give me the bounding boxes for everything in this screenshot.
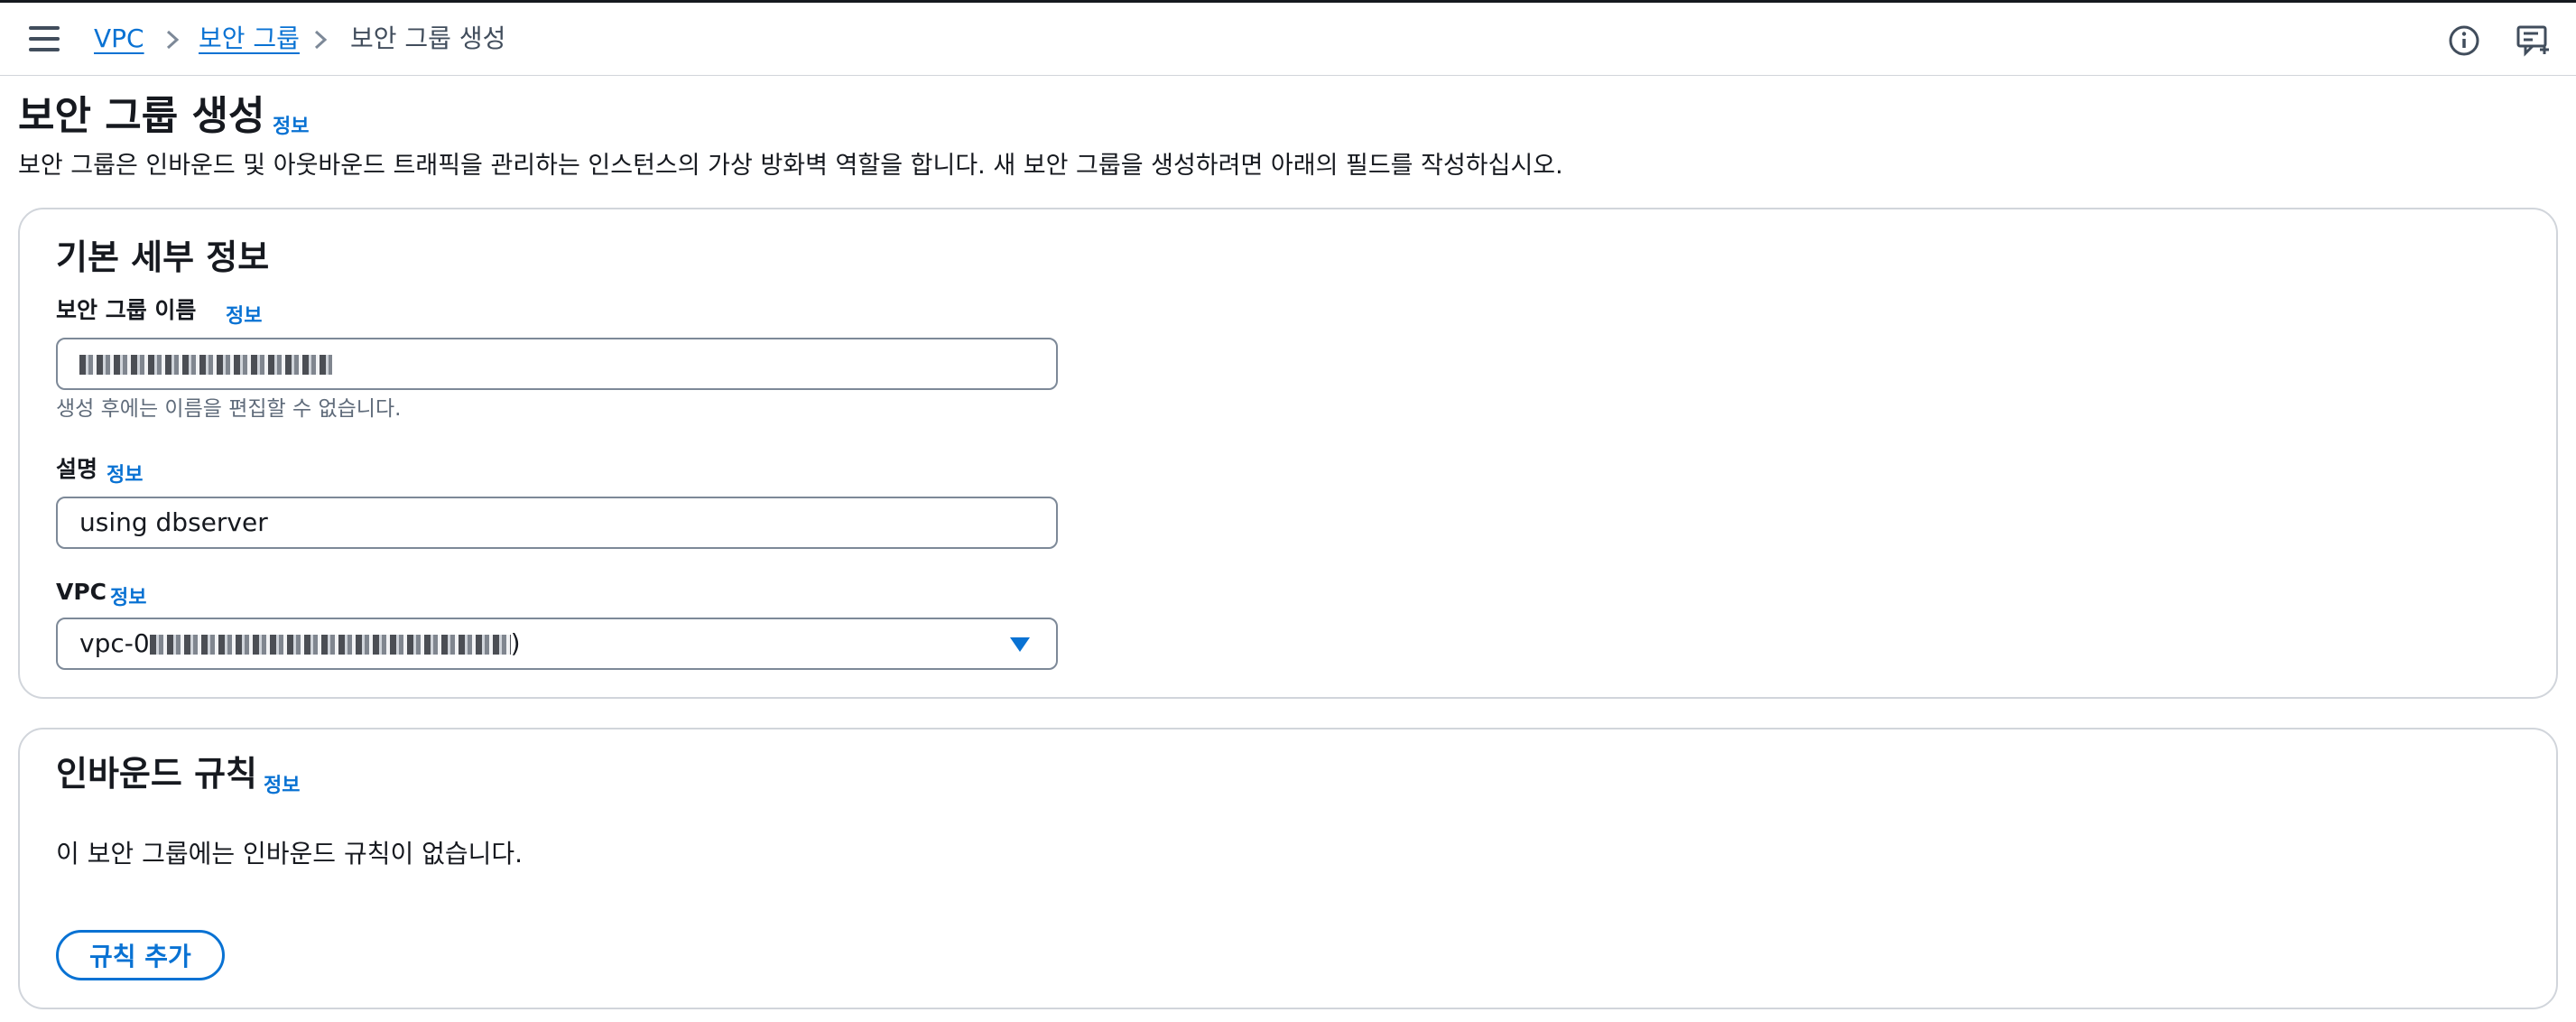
breadcrumb-current: 보안 그룹 생성 xyxy=(350,23,506,53)
info-circle-icon[interactable] xyxy=(2446,23,2482,59)
description-label: 설명 xyxy=(56,456,98,482)
chevron-right-icon xyxy=(314,30,328,50)
security-group-name-hint: 생성 후에는 이름을 편집할 수 없습니다. xyxy=(56,397,402,421)
inbound-rules-title: 인바운드 규칙 xyxy=(56,754,257,794)
page-description: 보안 그룹은 인바운드 및 아웃바운드 트래픽을 관리하는 인스턴스의 가상 방… xyxy=(18,152,1563,180)
vpc-select-suffix: ) xyxy=(510,628,521,658)
redacted-value xyxy=(79,355,332,375)
security-group-name-input[interactable] xyxy=(56,338,1058,390)
basic-details-panel: 기본 세부 정보 보안 그룹 이름 정보 생성 후에는 이름을 편집할 수 없습… xyxy=(18,208,2558,699)
inbound-rules-empty-text: 이 보안 그룹에는 인바운드 규칙이 없습니다. xyxy=(56,839,524,869)
chevron-right-icon xyxy=(166,30,180,50)
security-group-name-info-link[interactable]: 정보 xyxy=(226,300,262,329)
description-info-link[interactable]: 정보 xyxy=(107,459,143,488)
inbound-rules-info-link[interactable]: 정보 xyxy=(264,769,300,798)
description-input[interactable]: using dbserver xyxy=(56,497,1058,549)
top-navigation-bar: VPC 보안 그룹 보안 그룹 생성 xyxy=(0,0,2576,76)
feedback-icon[interactable] xyxy=(2515,23,2551,59)
security-group-name-label: 보안 그룹 이름 xyxy=(56,297,197,323)
inbound-rules-panel: 인바운드 규칙 정보 이 보안 그룹에는 인바운드 규칙이 없습니다. 규칙 추… xyxy=(18,728,2558,1009)
menu-icon[interactable] xyxy=(29,26,60,53)
vpc-label: VPC xyxy=(56,579,107,605)
page-info-link[interactable]: 정보 xyxy=(273,110,309,139)
vpc-select[interactable]: vpc-0) xyxy=(56,618,1058,670)
breadcrumb-security-groups[interactable]: 보안 그룹 xyxy=(199,23,300,55)
vpc-select-prefix: vpc-0 xyxy=(79,628,150,658)
vpc-info-link[interactable]: 정보 xyxy=(110,581,146,610)
breadcrumb-vpc[interactable]: VPC xyxy=(94,23,144,55)
redacted-value xyxy=(149,635,511,655)
page-title: 보안 그룹 생성 xyxy=(18,93,265,139)
basic-details-title: 기본 세부 정보 xyxy=(56,237,270,277)
add-rule-button[interactable]: 규칙 추가 xyxy=(56,930,225,980)
caret-down-icon xyxy=(1010,637,1030,652)
